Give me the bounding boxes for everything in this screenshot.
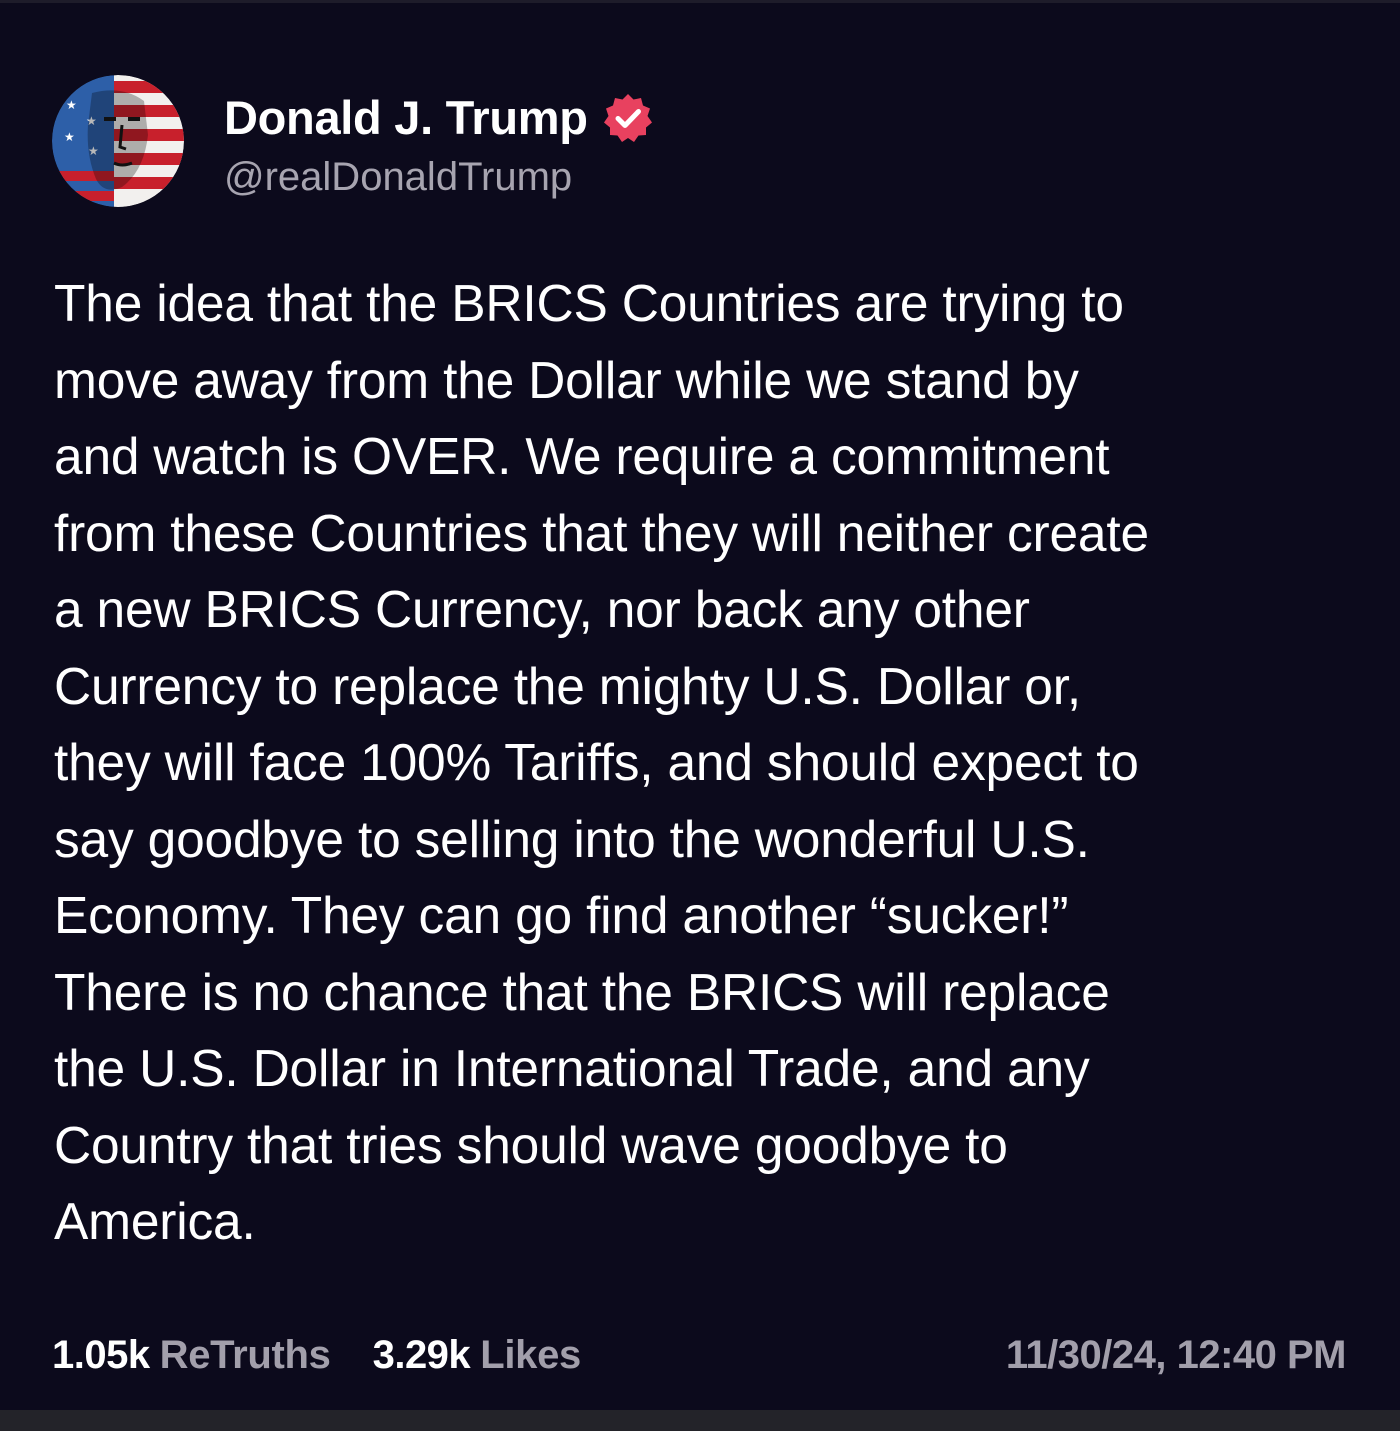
avatar[interactable]: ★ ★ ★ ★	[52, 75, 184, 207]
likes-count: 3.29k	[372, 1333, 471, 1377]
retruths-stat[interactable]: 1.05k ReTruths	[52, 1333, 331, 1378]
post-text: The idea that the BRICS Countries are tr…	[54, 274, 1149, 1250]
post-header: ★ ★ ★ ★ Donald J. Trump @realDonaldTrump	[52, 75, 654, 207]
verified-badge-icon	[602, 92, 654, 144]
author-identity: Donald J. Trump @realDonaldTrump	[224, 83, 654, 200]
likes-stat[interactable]: 3.29k Likes	[372, 1333, 582, 1378]
post-card: ★ ★ ★ ★ Donald J. Trump @realDonaldTrump…	[0, 0, 1400, 1410]
avatar-image: ★ ★ ★ ★	[52, 75, 184, 207]
post-timestamp[interactable]: 11/30/24, 12:40 PM	[1006, 1333, 1347, 1378]
likes-label: Likes	[480, 1333, 581, 1377]
author-display-name[interactable]: Donald J. Trump	[224, 90, 588, 145]
retruths-label: ReTruths	[159, 1333, 331, 1377]
svg-text:★: ★	[64, 130, 75, 144]
retruths-count: 1.05k	[52, 1333, 150, 1377]
author-name-row: Donald J. Trump	[224, 83, 654, 153]
post-stats: 1.05k ReTruths 3.29k Likes	[52, 1333, 581, 1378]
bottom-divider	[0, 1410, 1400, 1431]
svg-text:★: ★	[66, 98, 77, 112]
author-handle[interactable]: @realDonaldTrump	[224, 155, 654, 200]
